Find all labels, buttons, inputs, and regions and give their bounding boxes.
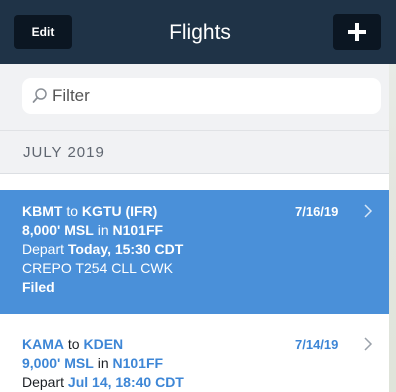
flight-depart-line: Depart Today, 15:30 CDT (22, 241, 183, 257)
depart-time: Jul 14, 18:40 CDT (67, 374, 184, 390)
search-input[interactable] (52, 78, 372, 114)
flight-date: 7/14/19 (295, 337, 339, 352)
depart-time: Today, 15:30 CDT (67, 241, 184, 257)
altitude: 8,000' MSL (22, 222, 94, 238)
nav-bar: Edit Flights (0, 0, 396, 64)
section-label: JULY 2019 (23, 144, 105, 161)
in-word: in (97, 222, 109, 238)
search-bar (0, 64, 389, 130)
origin-airport: KBMT (22, 203, 63, 219)
page-title: Flights (169, 21, 231, 44)
map-edge (389, 64, 396, 392)
in-word: in (97, 355, 109, 371)
edit-button[interactable]: Edit (14, 15, 72, 49)
destination-airport: KDEN (83, 336, 124, 352)
aircraft: N101FF (112, 355, 164, 371)
depart-word: Depart (22, 241, 65, 257)
flight-route-line: KBMT to KGTU (IFR) (22, 203, 157, 219)
chevron-right-icon (364, 337, 373, 351)
search-box[interactable] (22, 78, 381, 114)
flight-date: 7/16/19 (295, 204, 339, 219)
flight-route-line: KAMA to KDEN (22, 336, 123, 352)
aircraft: N101FF (112, 222, 164, 238)
flight-row[interactable]: KAMA to KDEN 7/14/19 9,000' MSL in N101F… (0, 314, 389, 392)
search-icon (32, 88, 47, 103)
add-flight-button[interactable] (333, 14, 381, 50)
to-word: to (67, 336, 80, 352)
chevron-right-icon (364, 204, 373, 218)
flight-altitude-line: 8,000' MSL in N101FF (22, 222, 163, 238)
flight-depart-line: Depart Jul 14, 18:40 CDT (22, 374, 184, 390)
altitude: 9,000' MSL (22, 355, 94, 371)
flight-status: Filed (22, 279, 55, 295)
destination-airport: KGTU (IFR) (81, 203, 158, 219)
section-header: JULY 2019 (0, 130, 389, 174)
to-word: to (66, 203, 79, 219)
list-spacer (0, 174, 389, 190)
flight-row-selected[interactable]: KBMT to KGTU (IFR) 7/16/19 8,000' MSL in… (0, 190, 389, 314)
depart-word: Depart (22, 374, 65, 390)
origin-airport: KAMA (22, 336, 64, 352)
flight-route-waypoints: CREPO T254 CLL CWK (22, 260, 173, 276)
flight-altitude-line: 9,000' MSL in N101FF (22, 355, 163, 371)
